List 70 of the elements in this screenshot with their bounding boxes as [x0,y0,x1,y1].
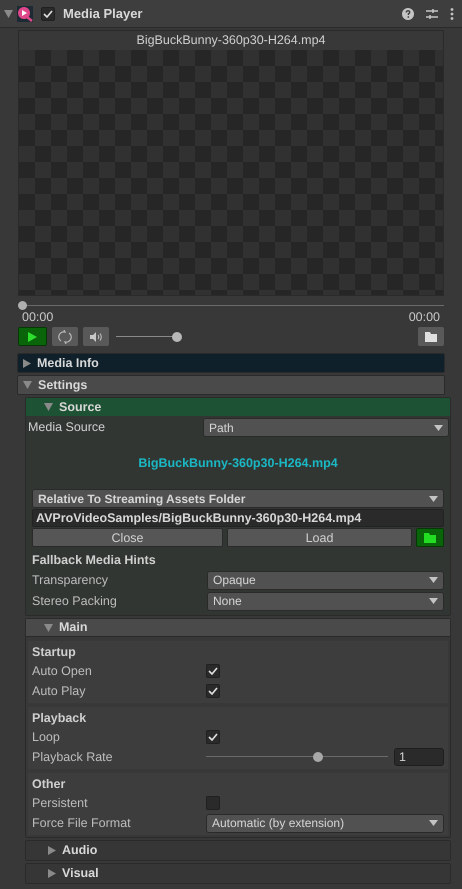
speaker-icon [90,332,102,342]
caret-icon [429,820,438,826]
field-label: Auto Open [32,662,93,680]
field-label: Stereo Packing [32,592,118,610]
mute-button[interactable] [83,327,109,346]
number-field[interactable]: 1 [394,748,444,766]
slider-thumb[interactable] [18,301,27,310]
checkbox[interactable] [206,664,220,678]
collapsed-arrow-icon[interactable] [23,358,31,368]
component-title: Media Player [63,4,144,23]
slider-thumb[interactable] [172,332,182,342]
playback-rate-slider[interactable] [206,752,388,762]
play-icon [28,332,37,342]
subsection-header[interactable]: Source [26,398,450,416]
subsection-header[interactable]: Main [26,619,450,637]
field-label: Playback Rate [32,748,114,766]
more-options-icon[interactable] [450,8,454,20]
path-field[interactable]: AVProVideoSamples/BigBuckBunny-360p30-H264.mp4 [32,509,444,527]
folder-button[interactable] [418,327,444,346]
current-time: 00:00 [22,310,54,324]
folder-icon [424,532,436,542]
caret-icon [429,496,438,502]
checkbox[interactable] [41,6,55,20]
expanded-arrow-icon[interactable] [44,624,53,632]
subsection-header[interactable]: Audio [25,840,451,861]
video-filename: BigBuckBunny-360p30-H264.mp4 [19,31,443,50]
collapsed-arrow-icon[interactable] [48,869,56,878]
field-label: Media Source [28,419,106,436]
loop-icon [58,330,72,344]
folder-icon [425,332,437,342]
media-player-logo-icon [17,6,33,22]
caret-icon [429,577,438,583]
field-label: Transparency [32,572,109,589]
dropdown[interactable]: Relative To Streaming Assets Folder [32,489,444,508]
dropdown[interactable]: Path [203,418,449,437]
section-header[interactable]: Settings [17,375,445,395]
checkbox[interactable] [206,796,220,810]
action-button[interactable]: Load [227,528,412,547]
path-display: BigBuckBunny-360p30-H264.mp4 [137,454,339,472]
checkbox[interactable] [206,730,220,744]
expanded-arrow-icon[interactable] [23,381,32,389]
volume-slider[interactable] [116,332,182,342]
dropdown[interactable]: Opaque [207,570,444,590]
expanded-arrow-icon[interactable] [44,403,53,411]
help-icon[interactable] [402,8,414,20]
caret-icon [434,424,443,430]
group-title: Other [32,776,66,793]
collapsed-arrow-icon[interactable] [48,846,56,855]
dropdown[interactable]: Automatic (by extension) [206,814,444,832]
subsection-header[interactable]: Visual [25,863,451,884]
section-header[interactable]: Media Info [17,353,445,373]
duration-time: 00:00 [408,310,440,324]
loop-button[interactable] [52,327,78,346]
settings-sliders-icon[interactable] [426,8,438,20]
folder-button[interactable] [416,528,444,547]
checkbox[interactable] [206,684,220,698]
group-title: Playback [32,710,88,727]
action-button[interactable]: Close [32,528,223,547]
expanded-arrow-icon[interactable] [4,10,13,18]
seek-slider[interactable] [18,301,444,310]
field-label: Auto Play [32,682,87,700]
group-title: Startup [32,644,77,661]
dropdown[interactable]: None [207,592,444,610]
play-button[interactable] [18,327,47,346]
group-title: Fallback Media Hints [32,552,157,569]
field-label: Persistent [32,794,89,812]
caret-icon [429,598,438,604]
slider-thumb[interactable] [312,752,323,762]
field-label: Force File Format [32,814,132,832]
field-label: Loop [32,728,61,746]
